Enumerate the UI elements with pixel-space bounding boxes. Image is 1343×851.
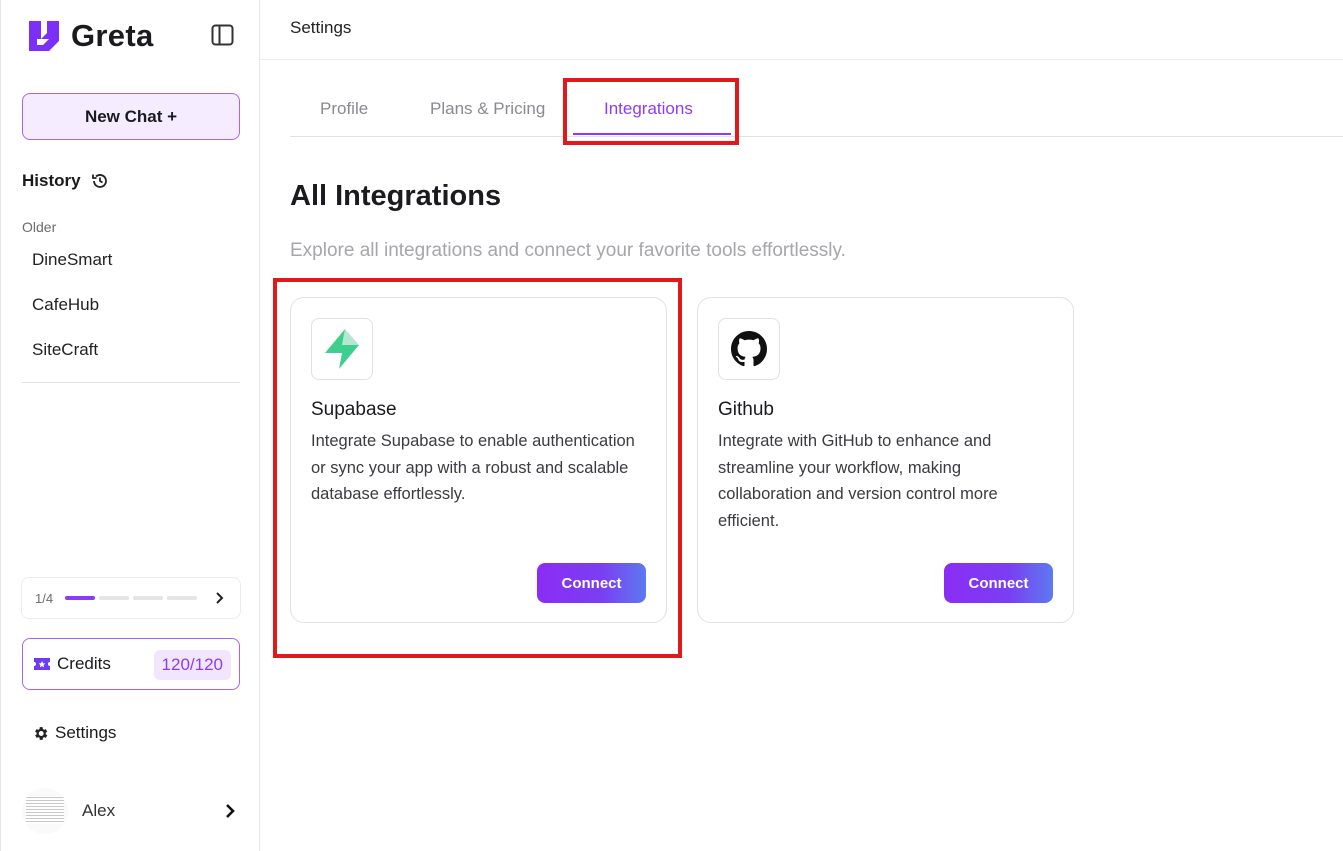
chevron-right-icon [226, 804, 235, 818]
sidebar-divider [22, 382, 240, 383]
history-icon[interactable] [91, 172, 109, 190]
history-label: History [22, 171, 81, 190]
progress-segment [99, 596, 130, 600]
logo[interactable]: Greta [27, 18, 153, 54]
page-header-title: Settings [290, 18, 352, 37]
page-subtitle: Explore all integrations and connect you… [290, 240, 846, 261]
github-icon [731, 331, 767, 367]
user-profile[interactable]: Alex [22, 788, 242, 834]
sidebar: Greta New Chat + History Older DineSmart… [0, 0, 260, 851]
progress-bars [65, 596, 201, 600]
progress-segment [133, 596, 164, 600]
tab-plans-pricing[interactable]: Plans & Pricing [430, 99, 545, 119]
settings-tabs: Profile Plans & Pricing Integrations [290, 80, 1343, 137]
credits-box[interactable]: Credits 120/120 [22, 638, 240, 690]
integration-title: Supabase [311, 399, 397, 420]
history-item-sitecraft[interactable]: SiteCraft [32, 340, 98, 360]
tab-profile[interactable]: Profile [320, 99, 368, 119]
supabase-icon [325, 329, 359, 369]
history-item-dinesmart[interactable]: DineSmart [32, 250, 112, 270]
github-connect-button[interactable]: Connect [944, 563, 1053, 603]
page-title: All Integrations [290, 180, 502, 212]
supabase-connect-button[interactable]: Connect [537, 563, 646, 603]
credits-value: 120/120 [153, 650, 231, 680]
onboarding-progress[interactable]: 1/4 [21, 577, 241, 619]
credits-label: Credits [57, 654, 111, 673]
history-item-cafehub[interactable]: CafeHub [32, 295, 99, 315]
avatar [22, 788, 68, 834]
top-bar: Settings [260, 0, 1343, 60]
integration-card-supabase: Supabase Integrate Supabase to enable au… [290, 297, 667, 623]
settings-link[interactable]: Settings [32, 723, 116, 743]
active-tab-underline [573, 133, 731, 135]
gear-icon [35, 726, 48, 740]
app-name: Greta [71, 18, 154, 53]
older-section-label: Older [22, 219, 57, 235]
chevron-right-icon [216, 592, 224, 604]
user-name: Alex [82, 801, 116, 820]
greta-logo-icon [29, 21, 59, 51]
history-header: History [22, 171, 109, 191]
progress-text: 1/4 [35, 590, 54, 606]
integration-description: Integrate Supabase to enable authenticat… [311, 432, 635, 503]
settings-label: Settings [55, 723, 117, 742]
sidebar-toggle-icon[interactable] [211, 24, 234, 46]
ticket-icon [34, 658, 50, 670]
integration-icon-box [718, 318, 780, 380]
integration-icon-box [311, 318, 373, 380]
integration-title: Github [718, 399, 774, 420]
new-chat-button[interactable]: New Chat + [22, 93, 240, 140]
integration-description: Integrate with GitHub to enhance and str… [718, 432, 998, 530]
tab-integrations[interactable]: Integrations [604, 99, 693, 119]
progress-segment [167, 596, 198, 600]
progress-segment [65, 596, 96, 600]
integration-card-github: Github Integrate with GitHub to enhance … [697, 297, 1074, 623]
